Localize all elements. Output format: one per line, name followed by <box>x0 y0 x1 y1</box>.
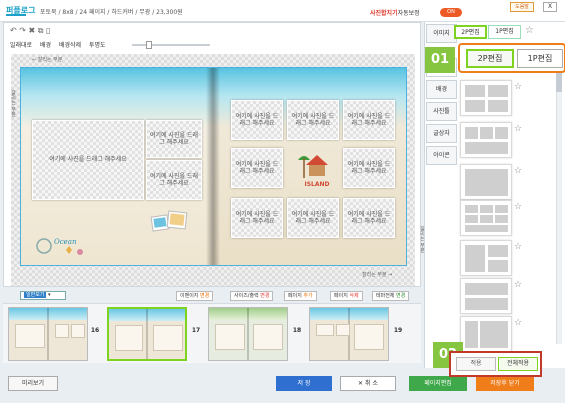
page-number: 16 <box>90 327 100 334</box>
button-text: 페이지 <box>334 293 348 299</box>
layout-option[interactable] <box>460 122 512 158</box>
favorite-star-icon[interactable]: ☆ <box>525 25 534 36</box>
sticker-text: ISLAND <box>304 181 329 188</box>
photo-sticker[interactable] <box>150 210 190 238</box>
step-badge-1: 01 <box>425 47 455 73</box>
opacity-label: 투명도 <box>89 42 106 49</box>
page-thumbnail[interactable] <box>208 307 288 361</box>
save-and-close-button[interactable]: 저장후 닫기 <box>476 376 534 391</box>
page-thumbnail[interactable] <box>309 307 389 361</box>
beach-sticker[interactable]: Ocean <box>36 232 86 258</box>
book-spine <box>206 68 220 265</box>
save-button[interactable]: 저 장 <box>276 376 332 391</box>
crop-note-bottom: 잘리는 부분 → <box>362 272 393 278</box>
photo-slot[interactable]: 여기에 사진을 드래그 해주세요 <box>287 100 339 140</box>
tab-2p-edit[interactable]: 2P편집 <box>454 25 487 39</box>
close-button[interactable]: X <box>543 2 557 12</box>
preview-button[interactable]: 미리보기 <box>8 376 58 391</box>
photo-slot[interactable]: 여기에 사진을 드래그 해주세요 <box>146 160 202 200</box>
favorite-star-icon[interactable]: ☆ <box>514 82 522 92</box>
page-number: 17 <box>191 327 201 334</box>
photo-slot[interactable]: 여기에 사진을 드래그 해주세요 <box>343 148 395 188</box>
page-thumbnail[interactable] <box>8 307 88 361</box>
button-text: 테마전체 <box>376 293 395 299</box>
background-delete-button[interactable]: 배경삭제 <box>59 42 81 49</box>
button-text: 이벤이지 <box>180 293 199 299</box>
photo-slot[interactable]: 여기에 사진을 드래그 해주세요 <box>343 198 395 238</box>
guide-line <box>406 67 407 265</box>
photo-slot[interactable]: 여기에 사진을 드래그 해주세요 <box>32 120 144 200</box>
layout-option[interactable] <box>460 80 512 116</box>
photo-slot[interactable]: 여기에 사진을 드래그 해주세요 <box>287 198 339 238</box>
view-select[interactable]: 일반보기 ▾ <box>20 291 66 300</box>
photo-slot[interactable]: 여기에 사진을 드래그 해주세요 <box>231 148 283 188</box>
button-action: 변경 <box>396 293 406 299</box>
apply-button[interactable]: 적용 <box>456 357 496 371</box>
guide-line <box>20 265 407 266</box>
page-number: 18 <box>292 327 302 334</box>
guide-line <box>20 67 407 68</box>
delete-page-button[interactable]: 페이지 삭제 <box>330 291 363 301</box>
product-info: 포토북 / 8x8 / 24 페이지 / 하드커버 / 무광 / 23,300원 <box>40 9 183 16</box>
button-text: 사이즈/출력 <box>234 293 259 299</box>
island-sticker[interactable]: ISLAND <box>292 150 342 190</box>
layout-option[interactable] <box>460 240 512 276</box>
guide-line <box>20 67 21 265</box>
button-action: 삭제 <box>349 293 359 299</box>
photo-slot[interactable]: 여기에 사진을 드래그 해주세요 <box>146 120 202 158</box>
background-button[interactable]: 배경 <box>40 42 51 49</box>
layout-option[interactable] <box>460 278 512 314</box>
page-edit-button[interactable]: 페이지편집 <box>409 376 467 391</box>
logo-underline <box>6 14 26 16</box>
cancel-button[interactable]: ✕ 취 소 <box>340 376 396 391</box>
callout-2p-edit[interactable]: 2P편집 <box>466 49 514 68</box>
tab-textbox[interactable]: 글상자 <box>426 124 457 143</box>
photo-slot[interactable]: 여기에 사진을 드래그 해주세요 <box>343 100 395 140</box>
favorite-star-icon[interactable]: ☆ <box>514 280 522 290</box>
autosave-label: 사진합치기자동보정 <box>370 8 420 17</box>
view-select-value: 일반보기 <box>24 292 47 298</box>
sticker-text: Ocean <box>54 238 77 246</box>
autosave-suffix: 자동보정 <box>397 10 420 17</box>
change-cover-button[interactable]: 이벤이지 변경 <box>176 291 214 301</box>
favorite-star-icon[interactable]: ☆ <box>514 202 522 212</box>
photo-slot[interactable]: 여기에 사진을 드래그 해주세요 <box>231 100 283 140</box>
add-page-button[interactable]: 페이지 추가 <box>284 291 317 301</box>
layout-option[interactable] <box>460 200 512 236</box>
autosave-prefix: 사진합치기 <box>370 10 398 17</box>
photo-slot[interactable]: 여기에 사진을 드래그 해주세요 <box>231 198 283 238</box>
layout-option[interactable] <box>460 316 512 352</box>
background-toolbar: 일래대로 배경 배경삭제 투명도 <box>10 40 112 49</box>
favorite-star-icon[interactable]: ☆ <box>514 166 522 176</box>
favorite-star-icon[interactable]: ☆ <box>514 318 522 328</box>
crop-note-left: 잘리는 부분 <box>10 90 16 117</box>
change-size-button[interactable]: 사이즈/출력 변경 <box>230 291 274 301</box>
tab-image[interactable]: 이미지 <box>426 24 457 43</box>
button-text: 페이지 <box>288 293 302 299</box>
tab-1p-edit[interactable]: 1P편집 <box>488 25 521 39</box>
layout-option[interactable] <box>460 164 512 200</box>
page-thumbnail-selected[interactable] <box>107 307 187 361</box>
crop-note-top: ← 잘리는 부분 <box>32 57 63 63</box>
align-button[interactable]: 일래대로 <box>10 42 32 49</box>
tab-background[interactable]: 배경 <box>426 80 457 99</box>
favorite-star-icon[interactable]: ☆ <box>514 242 522 252</box>
tab-icon[interactable]: 아이콘 <box>426 146 457 165</box>
opacity-slider[interactable] <box>132 44 210 46</box>
favorite-star-icon[interactable]: ☆ <box>514 124 522 134</box>
opacity-slider-knob[interactable] <box>146 41 152 49</box>
callout-1p-edit[interactable]: 1P편집 <box>517 49 563 68</box>
help-button[interactable]: 도움말 <box>510 2 534 12</box>
edit-toolbar[interactable]: ↶ ↷ ✖ ⧉ ▯ <box>10 26 50 38</box>
page-number: 19 <box>393 327 403 334</box>
autosave-toggle[interactable]: ON <box>440 8 462 17</box>
button-action: 변경 <box>260 293 270 299</box>
change-theme-button[interactable]: 테마전체 변경 <box>372 291 410 301</box>
button-action: 변경 <box>200 293 210 299</box>
tab-frame[interactable]: 사진틀 <box>426 102 457 121</box>
button-action: 추가 <box>303 293 313 299</box>
apply-all-button[interactable]: 전체적용 <box>498 357 538 371</box>
